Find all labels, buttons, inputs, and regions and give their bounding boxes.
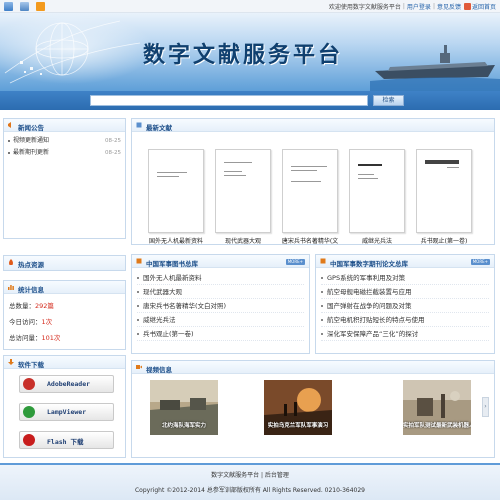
chart-icon <box>8 285 14 290</box>
home-link[interactable]: 返回首页 <box>472 2 496 11</box>
adobe-reader-button[interactable]: AdobeReader <box>19 375 114 393</box>
site-title: 数字文献服务平台 <box>143 42 344 68</box>
video-panel: 视频信息 ‹ 北约海队海军实力 实拍乌克兰军队军事演习 实拍军队测 <box>131 360 495 458</box>
search-bar: 检索 <box>0 91 500 110</box>
library-title: 中国军事图书总库 <box>146 260 198 268</box>
book-item[interactable]: 兵书观止(第一卷) <box>416 149 472 245</box>
news-title: 新闻公告 <box>18 124 44 132</box>
welcome-text: 欢迎使用数字文献服务平台 <box>328 4 401 11</box>
footer: 数字文献服务平台 | 后台管理 Copyright ©2012-2014 总参军… <box>0 463 500 500</box>
book-caption: 国外无人机最新资料 <box>148 238 203 245</box>
thesis-panel: 中国军事数字期刊论文总库 MORE+ GPS系统的军事利用及对策 航空母舰电磁拦… <box>315 254 495 354</box>
stats-title: 统计信息 <box>18 286 44 294</box>
home-page-icon <box>463 3 471 10</box>
latest-panel: 最新文献 国外无人机最新资料 现代武器大观 唐宋兵书名著精华(文 威继光兵法 兵… <box>131 118 495 245</box>
book-item[interactable]: 国外无人机最新资料 <box>148 149 204 245</box>
library-item[interactable]: 国外无人机最新资料 <box>137 271 304 285</box>
latest-title: 最新文献 <box>146 124 172 132</box>
favorite-icon[interactable] <box>20 2 29 11</box>
book-cover <box>282 149 338 233</box>
book-cover <box>148 149 204 233</box>
library-item[interactable]: 威继光兵法 <box>137 313 304 327</box>
news-list: 视频更新通知 08-25 最新期刊更新 08-25 <box>4 132 125 162</box>
journal-icon <box>320 258 326 264</box>
megaphone-icon <box>8 122 11 128</box>
book-cover <box>349 149 405 233</box>
video-title: 视频信息 <box>146 366 172 374</box>
software-panel: 软件下载 AdobeReader LampViewer Flash 下载 <box>3 355 126 458</box>
download-icon <box>8 359 14 365</box>
ship-graphic <box>370 45 500 91</box>
document-icon <box>136 122 142 128</box>
thesis-item[interactable]: 深化军安保障产品“三化”的探讨 <box>321 327 489 341</box>
flash-icon <box>23 434 35 446</box>
video-item[interactable]: 实拍乌克兰军队军事演习 <box>264 380 332 435</box>
news-item[interactable]: 视频更新通知 08-25 <box>8 135 121 147</box>
search-input[interactable] <box>90 95 368 106</box>
news-date: 08-25 <box>105 138 121 144</box>
search-button[interactable]: 检索 <box>373 95 404 106</box>
globe-graphic <box>4 20 141 84</box>
software-title: 软件下载 <box>18 361 44 369</box>
book-caption: 现代武器大观 <box>224 238 261 245</box>
lamp-viewer-icon <box>23 406 35 418</box>
book-caption: 兵书观止(第一卷) <box>420 238 468 245</box>
library-item[interactable]: 兵书观止(第一卷) <box>137 327 304 341</box>
flash-download-button[interactable]: Flash 下载 <box>19 431 114 449</box>
book-caption: 唐宋兵书名著精华(文 <box>281 238 339 245</box>
thesis-title: 中国军事数字期刊论文总库 <box>330 260 408 268</box>
book-item[interactable]: 唐宋兵书名著精华(文 <box>282 149 338 245</box>
login-link[interactable]: 用户登录 <box>407 2 431 11</box>
thesis-more-button[interactable]: MORE+ <box>470 259 490 265</box>
video-item[interactable]: 实拍军队测试最新武装机器人 <box>403 380 471 435</box>
book-cover <box>416 149 472 233</box>
thesis-item[interactable]: GPS系统的军事利用及对策 <box>321 271 489 285</box>
library-item[interactable]: 唐宋兵书名著精华(文白对照) <box>137 299 304 313</box>
hot-title[interactable]: 热点资源 <box>18 259 44 269</box>
stats-panel: 统计信息 总数量：292篇 今日访问：1次 总访问量：101次 <box>3 280 126 350</box>
news-panel: 新闻公告 视频更新通知 08-25 最新期刊更新 08-25 <box>3 118 126 239</box>
rss-icon[interactable] <box>36 2 45 11</box>
video-next-button[interactable]: › <box>482 397 489 417</box>
book-item[interactable]: 威继光兵法 <box>349 149 405 245</box>
feedback-link[interactable]: 意见反馈 <box>437 2 461 11</box>
top-bar: 欢迎使用数字文献服务平台 | 用户登录 | 意见反馈 返回首页 <box>0 0 500 13</box>
thesis-item[interactable]: 国产弹射在战争的问题及对策 <box>321 299 489 313</box>
book-item[interactable]: 现代武器大观 <box>215 149 271 245</box>
book-icon <box>136 258 142 264</box>
library-more-button[interactable]: MORE+ <box>285 259 305 265</box>
stat-total: 总数量：292篇 <box>9 302 54 310</box>
library-item[interactable]: 现代武器大观 <box>137 285 304 299</box>
adobe-reader-icon <box>23 378 35 390</box>
library-panel: 中国军事图书总库 MORE+ 国外无人机最新资料 现代武器大观 唐宋兵书名著精华… <box>131 254 310 354</box>
footer-links[interactable]: 数字文献服务平台 | 后台管理 <box>0 470 500 479</box>
thesis-item[interactable]: 航空电机积打贴短长的特点与使用 <box>321 313 489 327</box>
stat-visits: 总访问量：101次 <box>9 334 61 342</box>
thesis-item[interactable]: 航空母舰电磁拦截装置与应用 <box>321 285 489 299</box>
lamp-viewer-button[interactable]: LampViewer <box>19 403 114 421</box>
stat-today: 今日访问：1次 <box>9 318 53 326</box>
video-item[interactable]: 北约海队海军实力 <box>150 380 218 435</box>
home-icon[interactable] <box>4 2 13 11</box>
banner: 数字文献服务平台 <box>0 13 500 91</box>
book-cover <box>215 149 271 233</box>
book-caption: 威继光兵法 <box>361 238 392 245</box>
flame-icon <box>9 259 13 265</box>
hot-panel: 热点资源 <box>3 255 126 271</box>
video-icon <box>136 365 142 369</box>
copyright-text: Copyright ©2012-2014 总参军训部版权所有 All Right… <box>134 487 365 494</box>
news-date: 08-25 <box>105 150 121 156</box>
news-item[interactable]: 最新期刊更新 08-25 <box>8 147 121 159</box>
